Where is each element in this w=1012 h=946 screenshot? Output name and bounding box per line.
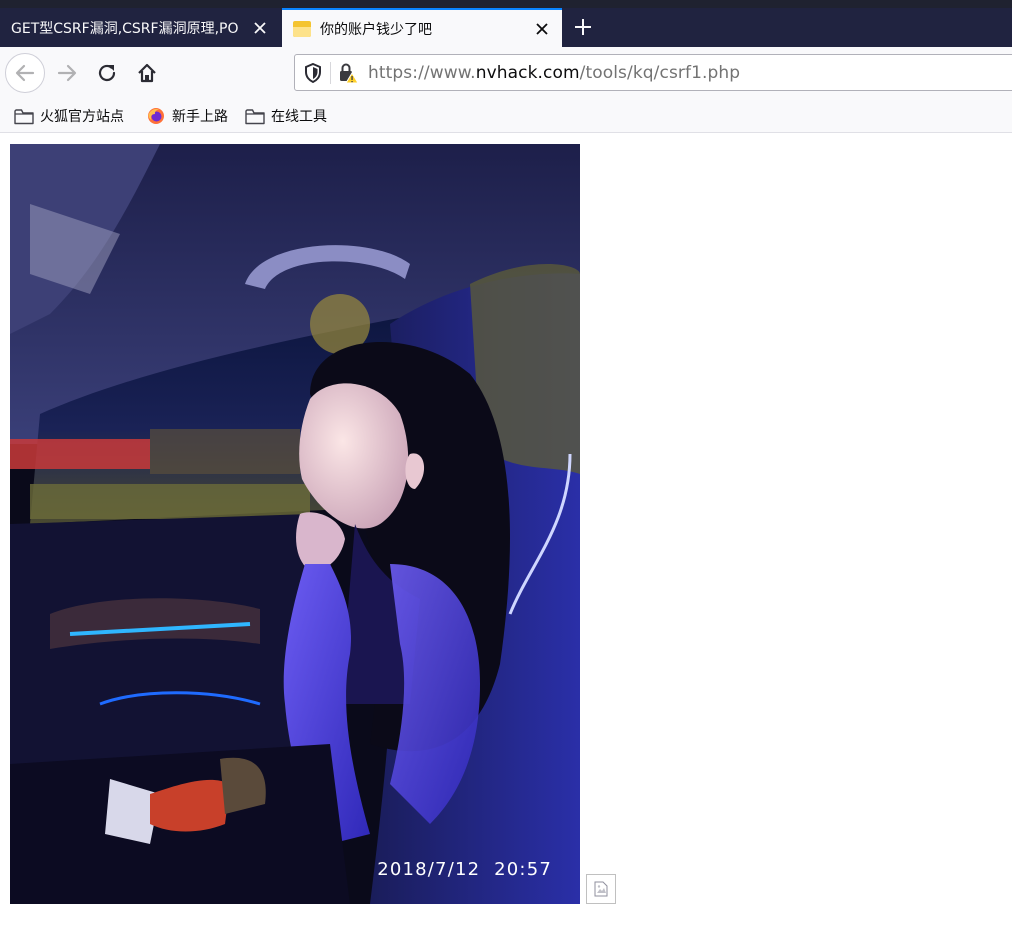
bookmark-label: 在线工具	[271, 109, 327, 125]
tab-title: 你的账户钱少了吧	[320, 21, 432, 38]
new-tab-button[interactable]	[570, 14, 596, 40]
arrow-right-icon	[57, 64, 77, 82]
reload-icon	[98, 64, 116, 82]
bookmark-firefox-official[interactable]: 火狐官方站点	[14, 104, 124, 128]
photo-timestamp: 2018/7/12 20:57	[377, 859, 552, 880]
reload-button[interactable]	[92, 58, 122, 88]
arrow-left-icon	[15, 64, 35, 82]
page-content: 2018/7/12 20:57	[0, 134, 1012, 946]
forward-button[interactable]	[52, 58, 82, 88]
url-scheme: https://www.	[368, 62, 476, 83]
broken-image-icon	[586, 874, 616, 904]
photo-illustration	[10, 144, 580, 904]
car-night-photo: 2018/7/12 20:57	[10, 144, 580, 904]
close-icon[interactable]	[248, 16, 272, 40]
tab-strip-top	[0, 0, 1012, 8]
plus-icon	[575, 19, 591, 35]
insecure-lock-icon[interactable]	[337, 62, 359, 84]
url-path: /tools/kq/csrf1.php	[579, 62, 741, 83]
folder-icon	[293, 20, 311, 37]
url-host: nvhack.com	[475, 62, 580, 83]
folder-icon	[14, 107, 34, 125]
bookmark-getting-started[interactable]: 新手上路	[146, 104, 228, 128]
back-button[interactable]	[5, 53, 45, 93]
bookmark-label: 火狐官方站点	[40, 109, 124, 125]
tab-title: GET型CSRF漏洞,CSRF漏洞原理,PO	[11, 20, 239, 37]
url-text[interactable]: https://www.nvhack.com/tools/kq/csrf1.ph…	[368, 63, 740, 83]
url-separator	[330, 61, 331, 84]
tab-csrf-article[interactable]: GET型CSRF漏洞,CSRF漏洞原理,PO	[0, 8, 280, 47]
home-button[interactable]	[132, 58, 162, 88]
home-icon	[138, 63, 156, 83]
close-icon[interactable]	[530, 17, 554, 41]
bookmarks-toolbar: 火狐官方站点 新手上路 在线工具	[0, 99, 1012, 133]
firefox-icon	[146, 107, 166, 125]
tab-strip: GET型CSRF漏洞,CSRF漏洞原理,PO 你的账户钱少了吧	[0, 0, 1012, 47]
bookmark-online-tools[interactable]: 在线工具	[245, 104, 327, 128]
shield-icon[interactable]	[302, 62, 324, 84]
bookmark-label: 新手上路	[172, 109, 228, 125]
tab-current-page[interactable]: 你的账户钱少了吧	[282, 8, 562, 47]
folder-icon	[245, 107, 265, 125]
url-bar[interactable]: https://www.nvhack.com/tools/kq/csrf1.ph…	[294, 54, 1012, 91]
navigation-toolbar: https://www.nvhack.com/tools/kq/csrf1.ph…	[0, 47, 1012, 99]
